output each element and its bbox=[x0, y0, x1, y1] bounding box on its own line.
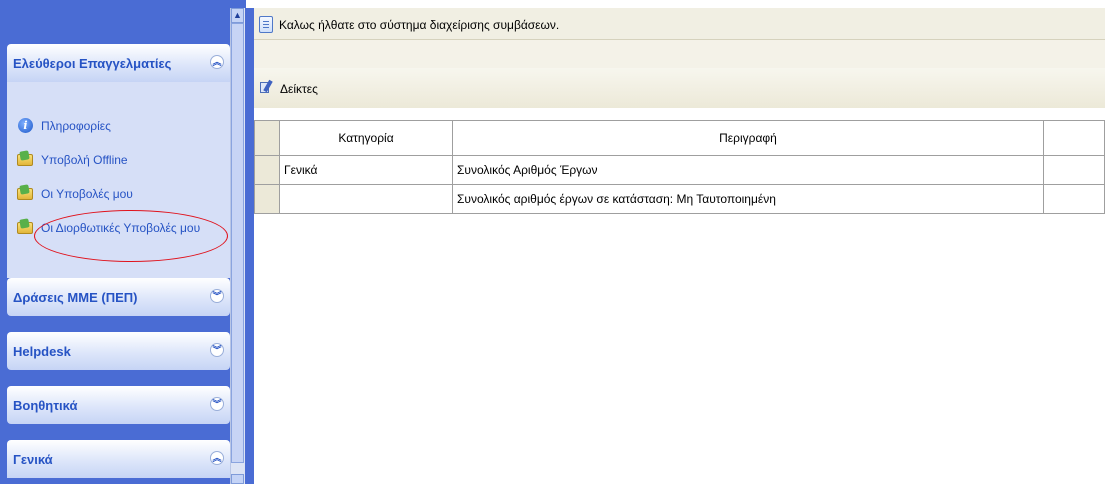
toolbar-spacer bbox=[254, 40, 1105, 68]
navigation-scrollbar[interactable]: ▲ bbox=[230, 8, 245, 484]
scroll-up-arrow-icon[interactable]: ▲ bbox=[231, 8, 244, 23]
column-header-category[interactable]: Κατηγορία bbox=[279, 120, 453, 156]
panel-header-freelancers[interactable]: Ελεύθεροι Επαγγελματίες ︽ bbox=[7, 44, 230, 82]
cell-category bbox=[279, 184, 453, 214]
table-header-row: Κατηγορία Περιγραφή bbox=[254, 120, 1105, 156]
folder-icon bbox=[17, 152, 37, 168]
menu-item-my-submissions[interactable]: Οι Υποβολές μου bbox=[17, 184, 133, 204]
cell-extra bbox=[1043, 184, 1105, 214]
main-left-border bbox=[246, 8, 254, 484]
menu-item-label: Οι Υποβολές μου bbox=[41, 187, 133, 201]
menu-item-label: Οι Διορθωτικές Υποβολές μου bbox=[41, 221, 201, 235]
document-icon bbox=[259, 16, 273, 33]
edit-document-icon bbox=[260, 80, 274, 94]
menu-item-label: Υποβολή Offline bbox=[41, 153, 128, 167]
row-selector[interactable] bbox=[254, 155, 280, 185]
folder-icon bbox=[17, 220, 37, 236]
cell-description: Συνολικός αριθμός έργων σε κατάσταση: Μη… bbox=[452, 184, 1044, 214]
row-selector[interactable] bbox=[254, 184, 280, 214]
panel-header-sme-actions[interactable]: Δράσεις ΜΜΕ (ΠΕΠ) ︾ bbox=[7, 278, 230, 316]
table-row[interactable]: Γενικά Συνολικός Αριθμός Έργων bbox=[254, 155, 1105, 185]
column-header-description[interactable]: Περιγραφή bbox=[452, 120, 1044, 156]
scrollbar-thumb[interactable] bbox=[231, 23, 244, 463]
panel-header-utilities[interactable]: Βοηθητικά ︾ bbox=[7, 386, 230, 424]
column-header-extra[interactable] bbox=[1043, 120, 1105, 156]
welcome-text: Καλως ήλθατε στο σύστημα διαχείρισης συμ… bbox=[279, 18, 560, 32]
scroll-down-arrow-icon[interactable] bbox=[231, 474, 244, 484]
menu-item-info[interactable]: i Πληροφορίες bbox=[17, 116, 111, 136]
panel-title: Βοηθητικά bbox=[13, 398, 78, 413]
chevron-up-icon[interactable]: ︽ bbox=[210, 451, 224, 465]
chevron-down-icon[interactable]: ︾ bbox=[210, 289, 224, 303]
table-row[interactable]: Συνολικός αριθμός έργων σε κατάσταση: Μη… bbox=[254, 184, 1105, 214]
cell-category: Γενικά bbox=[279, 155, 453, 185]
cell-description: Συνολικός Αριθμός Έργων bbox=[452, 155, 1044, 185]
menu-item-offline-submission[interactable]: Υποβολή Offline bbox=[17, 150, 128, 170]
navigation-panels: Ελεύθεροι Επαγγελματίες ︽ i Πληροφορίες … bbox=[7, 8, 230, 484]
section-title: Δείκτες bbox=[280, 82, 318, 96]
info-icon: i bbox=[17, 118, 37, 134]
indicators-table: Κατηγορία Περιγραφή Γενικά Συνολικός Αρι… bbox=[254, 120, 1105, 214]
chevron-down-icon[interactable]: ︾ bbox=[210, 397, 224, 411]
folder-icon bbox=[17, 186, 37, 202]
menu-item-label: Πληροφορίες bbox=[41, 119, 111, 133]
welcome-bar: Καλως ήλθατε στο σύστημα διαχείρισης συμ… bbox=[254, 8, 1105, 40]
panel-title: Γενικά bbox=[13, 452, 53, 467]
panel-title: Ελεύθεροι Επαγγελματίες bbox=[13, 56, 172, 71]
panel-title: Helpdesk bbox=[13, 344, 71, 359]
chevron-up-icon[interactable]: ︽ bbox=[210, 55, 224, 69]
row-selector-header bbox=[254, 120, 280, 156]
cell-extra bbox=[1043, 155, 1105, 185]
panel-title: Δράσεις ΜΜΕ (ΠΕΠ) bbox=[13, 290, 138, 305]
menu-item-my-corrective-submissions[interactable]: Οι Διορθωτικές Υποβολές μου bbox=[17, 218, 200, 238]
panel-header-general[interactable]: Γενικά ︽ bbox=[7, 440, 230, 478]
panel-body-freelancers: i Πληροφορίες Υποβολή Offline Οι Υποβολέ… bbox=[7, 82, 230, 278]
chevron-down-icon[interactable]: ︾ bbox=[210, 343, 224, 357]
panel-header-helpdesk[interactable]: Helpdesk ︾ bbox=[7, 332, 230, 370]
indicators-header: Δείκτες bbox=[254, 68, 1105, 108]
